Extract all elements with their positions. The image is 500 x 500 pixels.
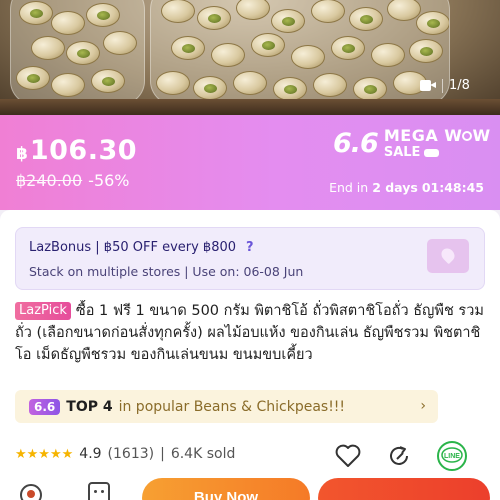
ranking-category: in popular Beans & Chickpeas!!! (118, 398, 346, 415)
ranking-position: TOP 4 (66, 398, 113, 415)
campaign-line1: MEGA WW (383, 126, 491, 145)
currency-symbol: ฿ (16, 144, 28, 164)
lazbonus-voucher[interactable]: LazBonus | ฿50 OFF every ฿800? Stack on … (15, 227, 485, 290)
campaign-line2: SALE (383, 145, 421, 160)
sold-count: 6.4K sold (170, 446, 236, 462)
video-camera-icon (420, 80, 436, 91)
countdown: End in 2 days 01:48:45 (329, 180, 484, 195)
rating-count: (1613) (107, 446, 155, 462)
wishlist-heart-icon[interactable] (334, 442, 362, 470)
discount-percent: -56% (88, 171, 130, 190)
svg-text:LINE: LINE (444, 453, 460, 460)
chevron-right-icon: › (420, 398, 426, 414)
table-surface (0, 99, 500, 115)
product-image[interactable]: 1/8 (0, 0, 500, 115)
lazbonus-offer: LazBonus | ฿50 OFF every ฿800 (29, 240, 237, 255)
product-bag-image (10, 0, 145, 105)
media-counter[interactable]: 1/8 (420, 78, 470, 93)
line-share-icon[interactable]: LINE (436, 440, 468, 472)
product-title-text: ซื้อ 1 ฟรี 1 ขนาด 500 กรัม พิตาชิโอ้ ถั่… (15, 303, 484, 363)
separator: | (160, 446, 165, 462)
product-title: LazPick ซื้อ 1 ฟรี 1 ขนาด 500 กรัม พิตาชิ… (15, 300, 485, 366)
original-price: ฿240.00 (16, 171, 83, 190)
campaign-number: 6.6 (333, 128, 379, 159)
add-to-cart-button[interactable] (318, 478, 490, 500)
help-icon[interactable]: ? (246, 240, 254, 255)
rating-row[interactable]: ★★★★★ 4.9 (1613) | 6.4K sold (15, 446, 235, 462)
buy-now-button[interactable]: Buy Now (142, 478, 310, 500)
countdown-days: 2 days (372, 180, 418, 195)
divider (442, 78, 443, 93)
product-bag-image (150, 0, 450, 105)
campaign-logo: 6.6 MEGA WW SALE (333, 126, 491, 160)
star-rating-icon: ★★★★★ (15, 446, 74, 462)
campaign-small-tag (424, 148, 439, 157)
ranking-banner[interactable]: 6.6 TOP 4 in popular Beans & Chickpeas!!… (15, 390, 438, 423)
chat-icon[interactable] (88, 482, 110, 500)
voucher-ticket-icon[interactable] (427, 239, 469, 273)
current-price: ฿ 106.30 (16, 135, 137, 166)
price-amount: 106.30 (29, 135, 138, 166)
original-price-row: ฿240.00 -56% (16, 171, 130, 190)
share-icon[interactable] (386, 442, 414, 470)
rating-score: 4.9 (79, 446, 102, 462)
countdown-time: 01:48:45 (421, 180, 484, 195)
store-icon[interactable] (20, 484, 42, 500)
campaign-chip: 6.6 (29, 398, 61, 415)
image-counter: 1/8 (449, 78, 470, 93)
lazpick-badge: LazPick (15, 302, 71, 320)
lazbonus-terms: Stack on multiple stores | Use on: 06-08… (29, 264, 304, 279)
